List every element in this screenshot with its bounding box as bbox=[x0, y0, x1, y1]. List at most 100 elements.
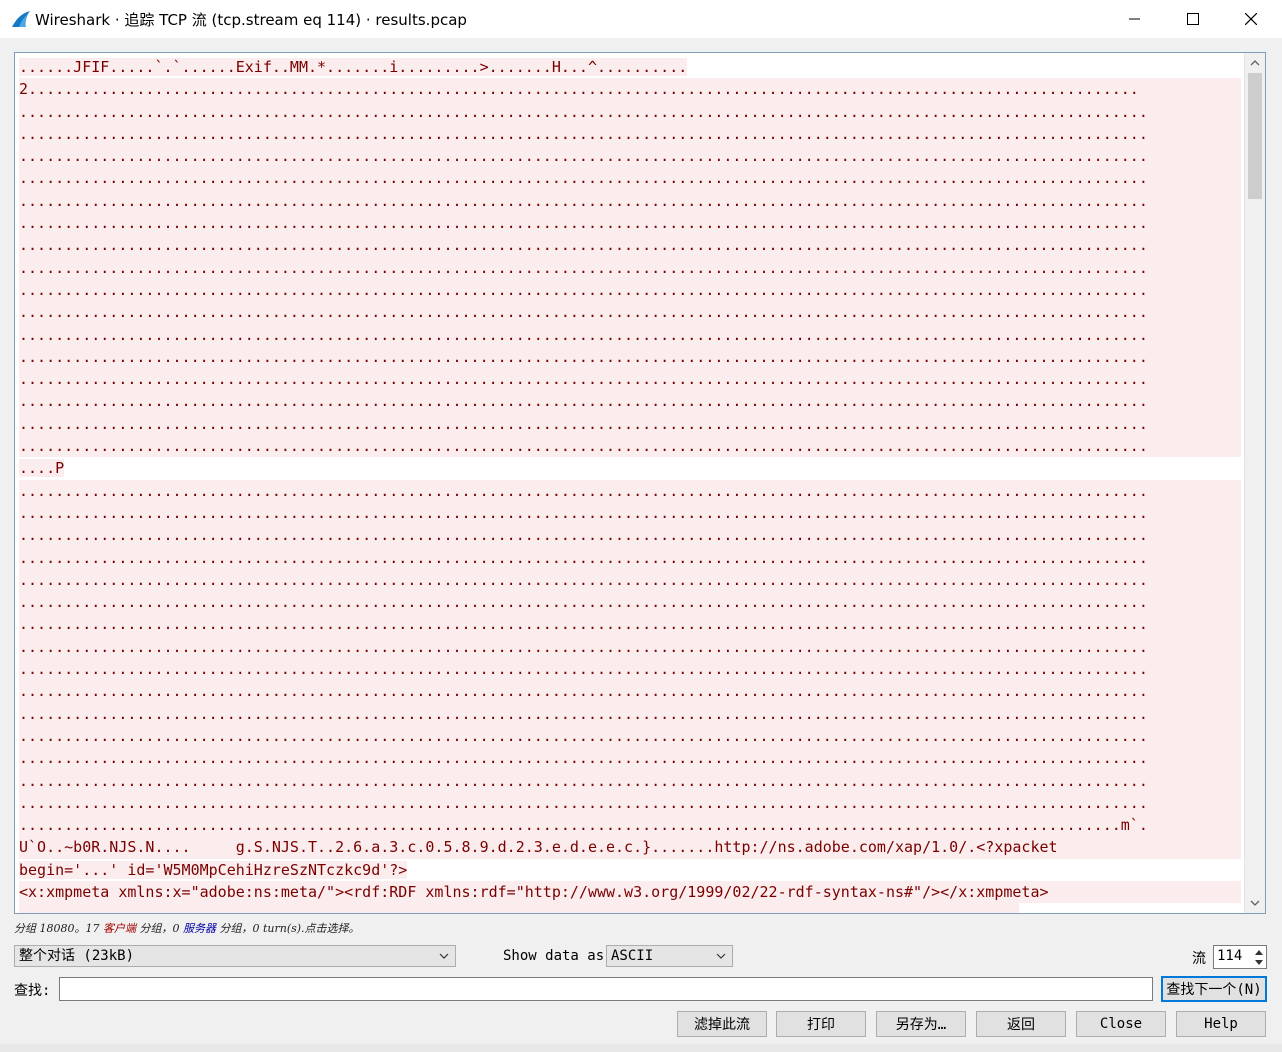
stream-line[interactable]: ........................................… bbox=[19, 702, 1245, 725]
stream-text-area[interactable]: ......JFIF.....`.`......Exif..MM.*......… bbox=[19, 56, 1245, 913]
print-button[interactable]: 打印 bbox=[776, 1011, 866, 1037]
stream-line-text: <x:xmpmeta xmlns:x="adobe:ns:meta/"><rdf… bbox=[19, 880, 1241, 904]
stream-line[interactable]: ........................................… bbox=[19, 390, 1245, 413]
back-button[interactable]: 返回 bbox=[976, 1011, 1066, 1037]
stream-line-text: ........................................… bbox=[19, 769, 1241, 792]
stream-line[interactable]: ........................................… bbox=[19, 435, 1245, 458]
stream-line[interactable]: ........................................… bbox=[19, 301, 1245, 324]
stream-line[interactable]: ........................................… bbox=[19, 613, 1245, 636]
stream-line[interactable]: ........................................… bbox=[19, 747, 1245, 770]
save-as-button[interactable]: 另存为… bbox=[876, 1011, 966, 1037]
stream-line[interactable] bbox=[19, 903, 1245, 913]
stream-line-text: begin='...' id='W5M0MpCehiHzreSzNTczkc9d… bbox=[19, 860, 408, 879]
window-title: Wireshark · 追踪 TCP 流 (tcp.stream eq 114)… bbox=[35, 11, 467, 29]
stream-line-text: ........................................… bbox=[19, 613, 1241, 636]
stream-line[interactable]: ........................................… bbox=[19, 145, 1245, 168]
chevron-down-icon bbox=[716, 953, 726, 959]
help-button[interactable]: Help bbox=[1176, 1011, 1266, 1037]
stream-line-text: ....P bbox=[19, 459, 65, 478]
stream-line[interactable]: ........................................… bbox=[19, 368, 1245, 391]
stream-line[interactable]: ........................................… bbox=[19, 479, 1245, 502]
stream-line-text: ........................................… bbox=[19, 702, 1241, 725]
stream-line-text: ........................................… bbox=[19, 412, 1241, 436]
stream-line[interactable]: ........................................… bbox=[19, 345, 1245, 369]
stream-line-text: ........................................… bbox=[19, 591, 1241, 614]
status-server-link[interactable]: 服务器 bbox=[183, 922, 216, 935]
stream-line[interactable]: ........................................… bbox=[19, 234, 1245, 257]
stream-line-text: ........................................… bbox=[19, 568, 1241, 592]
minimize-button[interactable] bbox=[1106, 0, 1164, 38]
close-button[interactable]: Close bbox=[1076, 1011, 1166, 1037]
stream-line[interactable]: ........................................… bbox=[19, 212, 1245, 235]
stream-line-text: ........................................… bbox=[19, 167, 1241, 190]
find-next-button[interactable]: 查找下一个(N) bbox=[1161, 976, 1267, 1002]
stream-line-text bbox=[19, 903, 1019, 913]
stream-line-text: ........................................… bbox=[19, 256, 1241, 279]
stream-line[interactable]: ........................................… bbox=[19, 769, 1245, 792]
stream-line[interactable]: ........................................… bbox=[19, 189, 1245, 213]
stream-line[interactable]: ........................................… bbox=[19, 658, 1245, 681]
show-data-select[interactable]: ASCII bbox=[606, 945, 733, 967]
stream-line[interactable]: <x:xmpmeta xmlns:x="adobe:ns:meta/"><rdf… bbox=[19, 880, 1245, 904]
close-window-button[interactable] bbox=[1222, 0, 1280, 38]
maximize-icon bbox=[1187, 13, 1199, 25]
stream-line[interactable]: ........................................… bbox=[19, 323, 1245, 346]
stream-line[interactable]: ........................................… bbox=[19, 680, 1245, 703]
stream-line[interactable]: ......JFIF.....`.`......Exif..MM.*......… bbox=[19, 56, 1245, 78]
stream-line[interactable]: ........................................… bbox=[19, 256, 1245, 279]
stream-number-value[interactable]: 114 bbox=[1217, 948, 1242, 964]
stream-line-text: ........................................… bbox=[19, 747, 1241, 770]
vertical-scrollbar[interactable] bbox=[1244, 53, 1265, 913]
stream-line-text: ........................................… bbox=[19, 234, 1241, 257]
spin-up-icon[interactable] bbox=[1252, 947, 1265, 957]
stream-line-text: ........................................… bbox=[19, 814, 1241, 837]
stream-line[interactable]: ........................................… bbox=[19, 100, 1245, 123]
stream-line-text: ......JFIF.....`.`......Exif..MM.*......… bbox=[19, 58, 688, 76]
stream-line[interactable]: U`O..~b0R.NJS.N.... g.S.NJS.T..2.6.a.3.c… bbox=[19, 836, 1245, 859]
stream-line-text: ........................................… bbox=[19, 278, 1241, 302]
stream-line[interactable]: ........................................… bbox=[19, 278, 1245, 302]
window-bottom-edge bbox=[0, 1044, 1282, 1052]
title-bar: Wireshark · 追踪 TCP 流 (tcp.stream eq 114)… bbox=[0, 0, 1282, 38]
stream-line[interactable]: ........................................… bbox=[19, 167, 1245, 190]
stream-line-text: ........................................… bbox=[19, 368, 1241, 391]
stream-line[interactable]: ........................................… bbox=[19, 791, 1245, 815]
stream-line[interactable]: begin='...' id='W5M0MpCehiHzreSzNTczkc9d… bbox=[19, 859, 1245, 881]
stream-line[interactable]: ........................................… bbox=[19, 568, 1245, 592]
conversation-select-value: 整个对话 (23kB) bbox=[19, 948, 135, 964]
stream-label: 流 bbox=[1192, 951, 1206, 967]
stream-line-text: ........................................… bbox=[19, 100, 1241, 123]
stream-line[interactable]: ........................................… bbox=[19, 524, 1245, 547]
stream-line-text: ........................................… bbox=[19, 680, 1241, 703]
stream-number-spinbox[interactable]: 114 bbox=[1213, 945, 1267, 969]
status-middle: 分组，0 bbox=[135, 922, 183, 935]
chevron-down-icon bbox=[439, 953, 449, 959]
spin-down-icon[interactable] bbox=[1252, 957, 1265, 967]
stream-line-text: ........................................… bbox=[19, 501, 1241, 525]
stream-line[interactable]: ........................................… bbox=[19, 546, 1245, 569]
stream-line-text: ........................................… bbox=[19, 345, 1241, 369]
scroll-down-arrow-icon[interactable] bbox=[1245, 893, 1265, 913]
stream-line[interactable]: ........................................… bbox=[19, 814, 1245, 837]
stream-line[interactable]: 2.......................................… bbox=[19, 78, 1245, 101]
stream-line-text: ........................................… bbox=[19, 323, 1241, 346]
filter-out-stream-button[interactable]: 滤掉此流 bbox=[677, 1011, 767, 1037]
stream-content-pane[interactable]: ......JFIF.....`.`......Exif..MM.*......… bbox=[14, 52, 1266, 914]
stream-line[interactable]: ....P bbox=[19, 457, 1245, 479]
stream-line[interactable]: ........................................… bbox=[19, 501, 1245, 525]
maximize-button[interactable] bbox=[1164, 0, 1222, 38]
stream-line[interactable]: ........................................… bbox=[19, 724, 1245, 748]
scrollbar-thumb[interactable] bbox=[1248, 73, 1262, 199]
stream-line-text: ........................................… bbox=[19, 435, 1241, 458]
stream-line-text: ........................................… bbox=[19, 658, 1241, 681]
stream-line[interactable]: ........................................… bbox=[19, 591, 1245, 614]
stream-line-text: ........................................… bbox=[19, 635, 1241, 659]
scroll-up-arrow-icon[interactable] bbox=[1245, 53, 1265, 73]
stream-line[interactable]: ........................................… bbox=[19, 122, 1245, 146]
stream-line[interactable]: ........................................… bbox=[19, 412, 1245, 436]
stream-line-text: ........................................… bbox=[19, 390, 1241, 413]
conversation-select[interactable]: 整个对话 (23kB) bbox=[14, 945, 456, 967]
find-input[interactable] bbox=[59, 977, 1153, 1001]
status-client-link[interactable]: 客户端 bbox=[103, 922, 136, 935]
stream-line[interactable]: ........................................… bbox=[19, 635, 1245, 659]
